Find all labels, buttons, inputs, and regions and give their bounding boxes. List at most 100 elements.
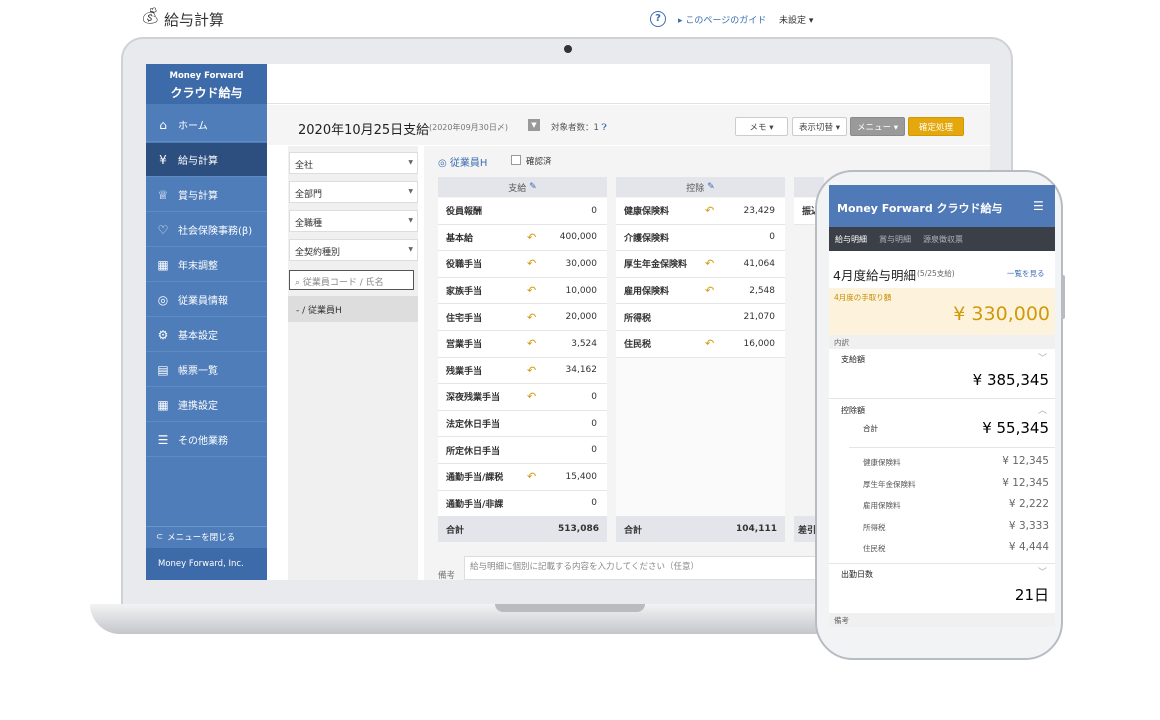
- deductions-row-value: 21,070: [743, 312, 776, 323]
- filter-select-value: 全社: [295, 161, 314, 171]
- payments-row[interactable]: 基本給 ↶ 400,000: [438, 224, 607, 252]
- sidebar-item-9[interactable]: ☰ その他業務: [146, 423, 267, 457]
- pencil-icon[interactable]: ✎: [707, 182, 715, 192]
- filter-select-3[interactable]: 全契約種別 ▼: [289, 239, 418, 261]
- memo-button[interactable]: メモ ▾: [735, 117, 788, 136]
- employee-name: 従業員H: [449, 158, 488, 169]
- phone-tab-0[interactable]: 給与明細: [835, 234, 867, 245]
- page-guide-link[interactable]: ▸ このページのガイド: [678, 13, 766, 26]
- phone-header: Money Forward クラウド給与 ☰: [829, 185, 1055, 227]
- payments-row[interactable]: 所定休日手当 0: [438, 437, 607, 464]
- sidebar-item-0[interactable]: ⌂ ホーム: [146, 108, 267, 142]
- payments-row[interactable]: 残業手当 ↶ 34,162: [438, 357, 607, 385]
- reply-arrow-icon: ↶: [527, 310, 537, 324]
- deductions-row[interactable]: 所得税 21,070: [616, 304, 785, 331]
- menu-button[interactable]: メニュー ▾: [850, 117, 905, 136]
- sidebar-item-label: ホーム: [178, 121, 208, 132]
- payments-row-label: 深夜残業手当: [446, 393, 501, 404]
- payments-row-label: 法定休日手当: [446, 420, 501, 431]
- deductions-row[interactable]: 健康保険料 ↶ 23,429: [616, 198, 785, 225]
- payments-row-label: 基本給: [446, 233, 474, 244]
- phone-tab-2[interactable]: 源泉徴収票: [923, 234, 963, 245]
- money-bag-icon: ¥: [159, 152, 167, 167]
- hamburger-icon[interactable]: ☰: [1033, 199, 1044, 213]
- list-icon: ☰: [157, 432, 169, 447]
- work-days-label: 出勤日数: [841, 570, 873, 579]
- remark-input[interactable]: 給与明細に個別に記載する内容を入力してください（任意）: [464, 556, 824, 580]
- payments-row-value: 15,400: [565, 471, 598, 482]
- filter-select-2[interactable]: 全職種 ▼: [289, 210, 418, 232]
- takehome-box: 4月度の手取り額 ¥ 330,000: [829, 288, 1055, 335]
- employee-search-placeholder: 従業員コード / 氏名: [302, 278, 384, 288]
- sidebar-item-7[interactable]: ▤ 帳票一覧: [146, 353, 267, 387]
- sidebar: Money Forward クラウド給与 ⌂ ホーム ¥ 給与計算 ♕ 賞与計算 ♡ 社会保険…: [146, 64, 267, 580]
- employee-list-item[interactable]: - / 従業員H: [288, 296, 418, 322]
- payments-row[interactable]: 通勤手当/課税 ↶ 15,400: [438, 464, 607, 491]
- payments-row[interactable]: 家族手当 ↶ 10,000: [438, 277, 607, 305]
- chevron-down-icon[interactable]: ﹀: [1038, 565, 1047, 578]
- caret-down-icon: ▼: [408, 246, 413, 253]
- search-icon: ⌕: [295, 278, 301, 288]
- sidebar-item-6[interactable]: ⚙ 基本設定: [146, 318, 267, 352]
- deductions-total-row: 合計 104,111: [616, 516, 785, 542]
- payments-row-value: 3,524: [571, 338, 597, 349]
- pay-date-dropdown[interactable]: ▼: [528, 119, 540, 131]
- logo-brand: Money Forward: [169, 71, 244, 81]
- confirmed-label: 確認済: [526, 157, 552, 167]
- payments-row[interactable]: 法定休日手当 0: [438, 410, 607, 438]
- employee-header[interactable]: ◎ 従業員H: [438, 154, 487, 169]
- laptop-notch: [495, 604, 645, 612]
- sidebar-item-5[interactable]: ◎ 従業員情報: [146, 283, 267, 317]
- employee-search-input[interactable]: ⌕ 従業員コード / 氏名: [289, 270, 414, 290]
- payments-row-label: 残業手当: [446, 366, 483, 377]
- payments-row[interactable]: 営業手当 ↶ 3,524: [438, 331, 607, 358]
- sidebar-item-2[interactable]: ♕ 賞与計算: [146, 178, 267, 212]
- help-icon[interactable]: ?: [650, 11, 666, 27]
- sidebar-item-1[interactable]: ¥ 給与計算: [146, 143, 267, 177]
- settings-status-dropdown[interactable]: 未設定 ▾: [779, 13, 813, 26]
- confirm-process-button[interactable]: 確定処理: [908, 117, 964, 136]
- phone-tab-1[interactable]: 賞与明細: [879, 234, 911, 245]
- chevron-down-icon[interactable]: ﹀: [1038, 351, 1047, 364]
- phone-brand: Money Forward クラウド給与: [837, 202, 1003, 215]
- sidebar-item-label: 社会保険事務(β): [178, 226, 253, 237]
- pay-amount-label: 支給額: [841, 355, 865, 364]
- sidebar-item-4[interactable]: ▦ 年末調整: [146, 248, 267, 282]
- sidebar-item-label: 連携設定: [178, 401, 218, 412]
- menu-close-button[interactable]: ⊂ メニューを閉じる: [146, 526, 267, 546]
- deductions-row[interactable]: 介護保険料 0: [616, 224, 785, 252]
- payments-row-value: 0: [591, 498, 597, 509]
- filter-select-1[interactable]: 全部門 ▼: [289, 181, 418, 203]
- reply-arrow-icon: ↶: [705, 257, 715, 271]
- filter-select-0[interactable]: 全社 ▼: [289, 152, 418, 174]
- info-icon: ❓︎: [601, 123, 607, 133]
- chevron-up-icon[interactable]: ︿: [1038, 403, 1047, 416]
- deductions-row[interactable]: 雇用保険料 ↶ 2,548: [616, 277, 785, 305]
- phone-side-button: [1061, 275, 1065, 319]
- sidebar-item-8[interactable]: ▦ 連携設定: [146, 388, 267, 422]
- filter-select-value: 全職種: [295, 219, 323, 229]
- sidebar-item-3[interactable]: ♡ 社会保険事務(β): [146, 213, 267, 247]
- confirmed-checkbox[interactable]: [511, 155, 521, 165]
- view-toggle-button[interactable]: 表示切替 ▾: [792, 117, 847, 136]
- employee-icon: ◎: [157, 292, 169, 307]
- pencil-icon[interactable]: ✎: [529, 182, 537, 192]
- phone-list-link[interactable]: 一覧を見る: [1007, 268, 1045, 279]
- payments-row-label: 役職手当: [446, 260, 483, 271]
- caret-down-icon: ▼: [408, 188, 413, 195]
- payments-row[interactable]: 住宅手当 ↶ 20,000: [438, 304, 607, 331]
- work-days-value: 21日: [1014, 586, 1049, 604]
- deductions-row[interactable]: 住民税 ↶ 16,000: [616, 331, 785, 358]
- deduction-item-label: 厚生年金保険料: [863, 479, 916, 489]
- app-logo[interactable]: Money Forward クラウド給与: [146, 64, 267, 104]
- laptop-camera: [564, 45, 572, 53]
- reply-arrow-icon: ↶: [705, 204, 715, 218]
- deductions-row[interactable]: 厚生年金保険料 ↶ 41,064: [616, 251, 785, 278]
- deduction-total-label: 合計: [863, 424, 878, 433]
- payments-row[interactable]: 通勤手当/非課 0: [438, 490, 607, 518]
- payments-row[interactable]: 深夜残業手当 ↶ 0: [438, 384, 607, 411]
- payments-row[interactable]: 役職手当 ↶ 30,000: [438, 251, 607, 278]
- payments-row[interactable]: 役員報酬 0: [438, 198, 607, 225]
- target-count-text: 対象者数：1: [551, 123, 599, 133]
- reply-arrow-icon: ↶: [527, 470, 537, 484]
